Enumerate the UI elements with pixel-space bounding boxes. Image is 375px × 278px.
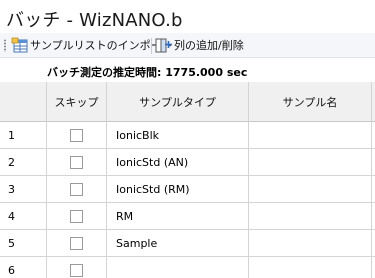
table-row[interactable]: 3 IonicStd (RM) xyxy=(0,176,375,203)
column-add-icon xyxy=(155,38,172,53)
row-number[interactable]: 4 xyxy=(0,203,47,230)
table-row[interactable]: 1 IonicBlk xyxy=(0,122,375,149)
skip-cell[interactable] xyxy=(47,176,107,203)
table-row[interactable]: 4 RM xyxy=(0,203,375,230)
title-bar: バッチ - WizNANO.b xyxy=(0,0,375,33)
skip-cell[interactable] xyxy=(47,230,107,257)
skip-checkbox[interactable] xyxy=(70,182,83,196)
sample-name-cell[interactable] xyxy=(249,230,372,257)
batch-estimate-bar: バッチ測定の推定時間: 1775.000 sec xyxy=(0,58,375,82)
row-number-header[interactable] xyxy=(0,82,47,122)
sample-type-cell[interactable]: IonicBlk xyxy=(107,122,249,149)
skip-checkbox[interactable] xyxy=(70,263,83,277)
batch-table: スキップ サンプルタイプ サンプル名 1 IonicBlk 2 IonicStd… xyxy=(0,82,375,278)
sample-name-cell[interactable] xyxy=(249,122,372,149)
sample-name-cell[interactable] xyxy=(249,176,372,203)
sample-type-column-header[interactable]: サンプルタイプ xyxy=(107,82,249,122)
skip-cell[interactable] xyxy=(47,203,107,230)
skip-cell[interactable] xyxy=(47,149,107,176)
table-row[interactable]: 6 xyxy=(0,257,375,278)
table-row[interactable]: 2 IonicStd (AN) xyxy=(0,149,375,176)
toolbar: サンプルリストのインポート 列の追加/削除 xyxy=(0,33,375,58)
row-number[interactable]: 1 xyxy=(0,122,47,149)
skip-checkbox[interactable] xyxy=(70,209,83,223)
add-remove-columns-button[interactable]: 列の追加/削除 xyxy=(155,35,244,55)
skip-checkbox[interactable] xyxy=(70,128,83,142)
skip-column-header[interactable]: スキップ xyxy=(47,82,107,122)
row-number[interactable]: 3 xyxy=(0,176,47,203)
row-number[interactable]: 5 xyxy=(0,230,47,257)
toolbar-separator xyxy=(151,38,152,54)
skip-cell[interactable] xyxy=(47,122,107,149)
import-sample-list-button[interactable]: サンプルリストのインポート xyxy=(11,35,173,55)
table-row[interactable]: 5 Sample xyxy=(0,230,375,257)
sample-type-cell[interactable]: IonicStd (RM) xyxy=(107,176,249,203)
window-title: バッチ - WizNANO.b xyxy=(6,10,183,31)
sample-type-cell[interactable] xyxy=(107,257,249,278)
estimated-time-text: バッチ測定の推定時間: 1775.000 sec xyxy=(47,66,248,79)
skip-checkbox[interactable] xyxy=(70,155,83,169)
sample-type-cell[interactable]: Sample xyxy=(107,230,249,257)
add-remove-columns-label: 列の追加/削除 xyxy=(174,39,244,52)
row-number[interactable]: 6 xyxy=(0,257,47,278)
sample-type-cell[interactable]: RM xyxy=(107,203,249,230)
row-number[interactable]: 2 xyxy=(0,149,47,176)
sample-type-cell[interactable]: IonicStd (AN) xyxy=(107,149,249,176)
skip-checkbox[interactable] xyxy=(70,236,83,250)
sample-name-cell[interactable] xyxy=(249,257,372,278)
toolbar-grip-handle[interactable] xyxy=(3,39,7,52)
sample-name-cell[interactable] xyxy=(249,203,372,230)
skip-cell[interactable] xyxy=(47,257,107,278)
sample-name-column-header[interactable]: サンプル名 xyxy=(249,82,372,122)
sample-name-cell[interactable] xyxy=(249,149,372,176)
table-import-icon xyxy=(11,37,28,53)
